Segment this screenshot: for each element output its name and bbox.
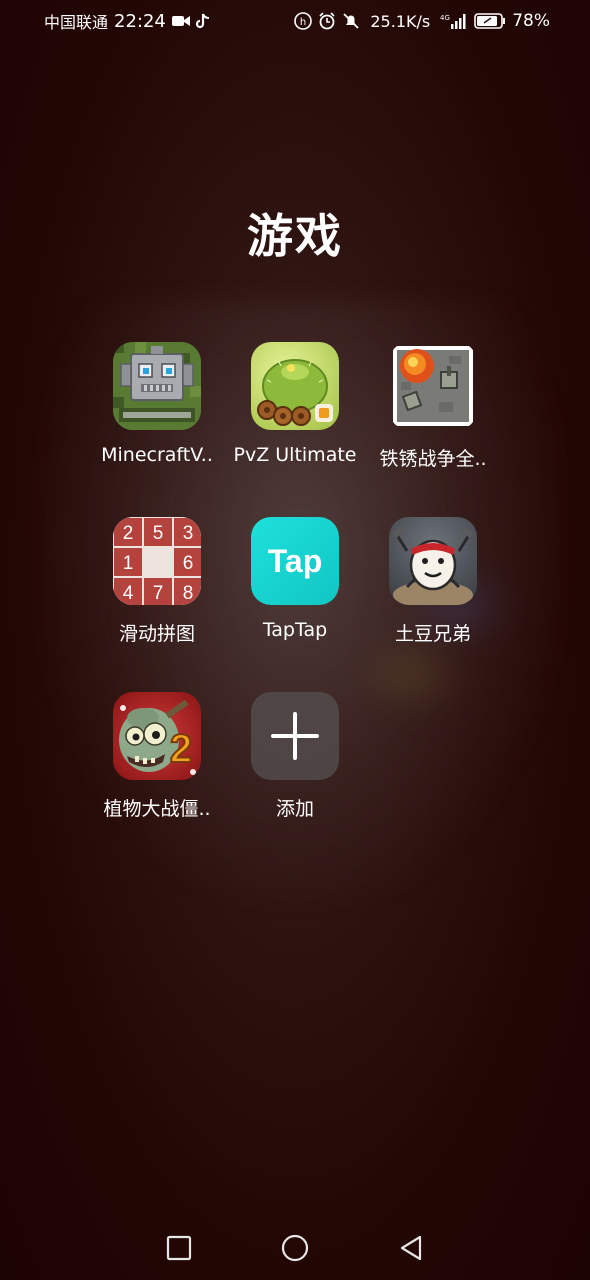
alarm-icon: [318, 12, 336, 30]
app-label: 铁锈战争全..: [379, 448, 487, 470]
taptap-logo-text: Tap: [268, 543, 323, 579]
add-icon: [251, 692, 339, 780]
net-speed: 25.1K/s: [370, 11, 431, 31]
puzzle-tile-number: 5: [153, 523, 164, 544]
folder-title[interactable]: 游戏: [0, 200, 590, 266]
app-minecraft[interactable]: MinecraftV..: [88, 342, 226, 471]
pvz2-icon: 2: [113, 692, 201, 780]
puzzle-tile-number: 7: [153, 583, 164, 604]
sliding-puzzle-icon: 253 1 6 478: [113, 517, 201, 605]
puzzle-tile-number: 6: [183, 553, 194, 574]
status-bar: 中国联通 22:24 h 25.1K/s 4G 78%: [0, 0, 590, 42]
puzzle-tile-number: 2: [123, 523, 134, 544]
app-pvz-ultimate[interactable]: PvZ Ultimate: [226, 342, 364, 471]
add-app-button[interactable]: 添加: [226, 692, 364, 821]
tiktok-icon: [195, 13, 210, 29]
app-rusted-warfare[interactable]: 铁锈战争全..: [364, 342, 502, 471]
video-icon: [171, 15, 190, 27]
svg-text:h: h: [300, 17, 306, 28]
puzzle-tile-number: 8: [183, 583, 194, 604]
app-sliding-puzzle[interactable]: 253 1 6 478 滑动拼图: [88, 517, 226, 646]
app-taptap[interactable]: Tap TapTap: [226, 517, 364, 646]
battery-icon: [474, 13, 506, 29]
app-label: 植物大战僵..: [103, 798, 211, 820]
svg-text:4G: 4G: [440, 14, 450, 22]
brotato-icon: [389, 517, 477, 605]
back-button[interactable]: [396, 1233, 426, 1263]
puzzle-tile-number: 4: [123, 583, 134, 604]
app-label: 土豆兄弟: [394, 623, 471, 645]
app-label: 添加: [275, 798, 314, 820]
taptap-icon: Tap: [251, 517, 339, 605]
app-label: PvZ Ultimate: [233, 444, 357, 466]
app-label: 滑动拼图: [118, 623, 195, 645]
battery-percent: 78%: [512, 11, 550, 31]
square-icon: [166, 1235, 192, 1261]
signal-icon: 4G: [440, 12, 468, 30]
recents-button[interactable]: [164, 1233, 194, 1263]
back-triangle-icon: [400, 1235, 422, 1261]
navigation-bar: [0, 1216, 590, 1280]
minecraft-robot-icon: [113, 342, 201, 430]
circle-icon: [281, 1234, 309, 1262]
rusted-warfare-icon: [389, 342, 477, 430]
pvz-ultimate-icon: [251, 342, 339, 430]
folder-app-grid: MinecraftV.. PvZ Ultimate 铁锈战争全.. 2 5 3 …: [88, 342, 502, 821]
home-button[interactable]: [280, 1233, 310, 1263]
puzzle-tile-number: 3: [183, 523, 194, 544]
app-brotato[interactable]: 土豆兄弟: [364, 517, 502, 646]
clock: 22:24: [114, 10, 166, 32]
hd-icon: h: [294, 12, 313, 30]
puzzle-tile-number: 1: [123, 553, 134, 574]
app-label: MinecraftV..: [101, 444, 213, 466]
app-label: TapTap: [262, 619, 328, 641]
svg-text:2: 2: [170, 727, 192, 771]
carrier-name: 中国联通: [44, 13, 109, 32]
app-pvz2[interactable]: 2 植物大战僵..: [88, 692, 226, 821]
mute-icon: [342, 12, 360, 30]
